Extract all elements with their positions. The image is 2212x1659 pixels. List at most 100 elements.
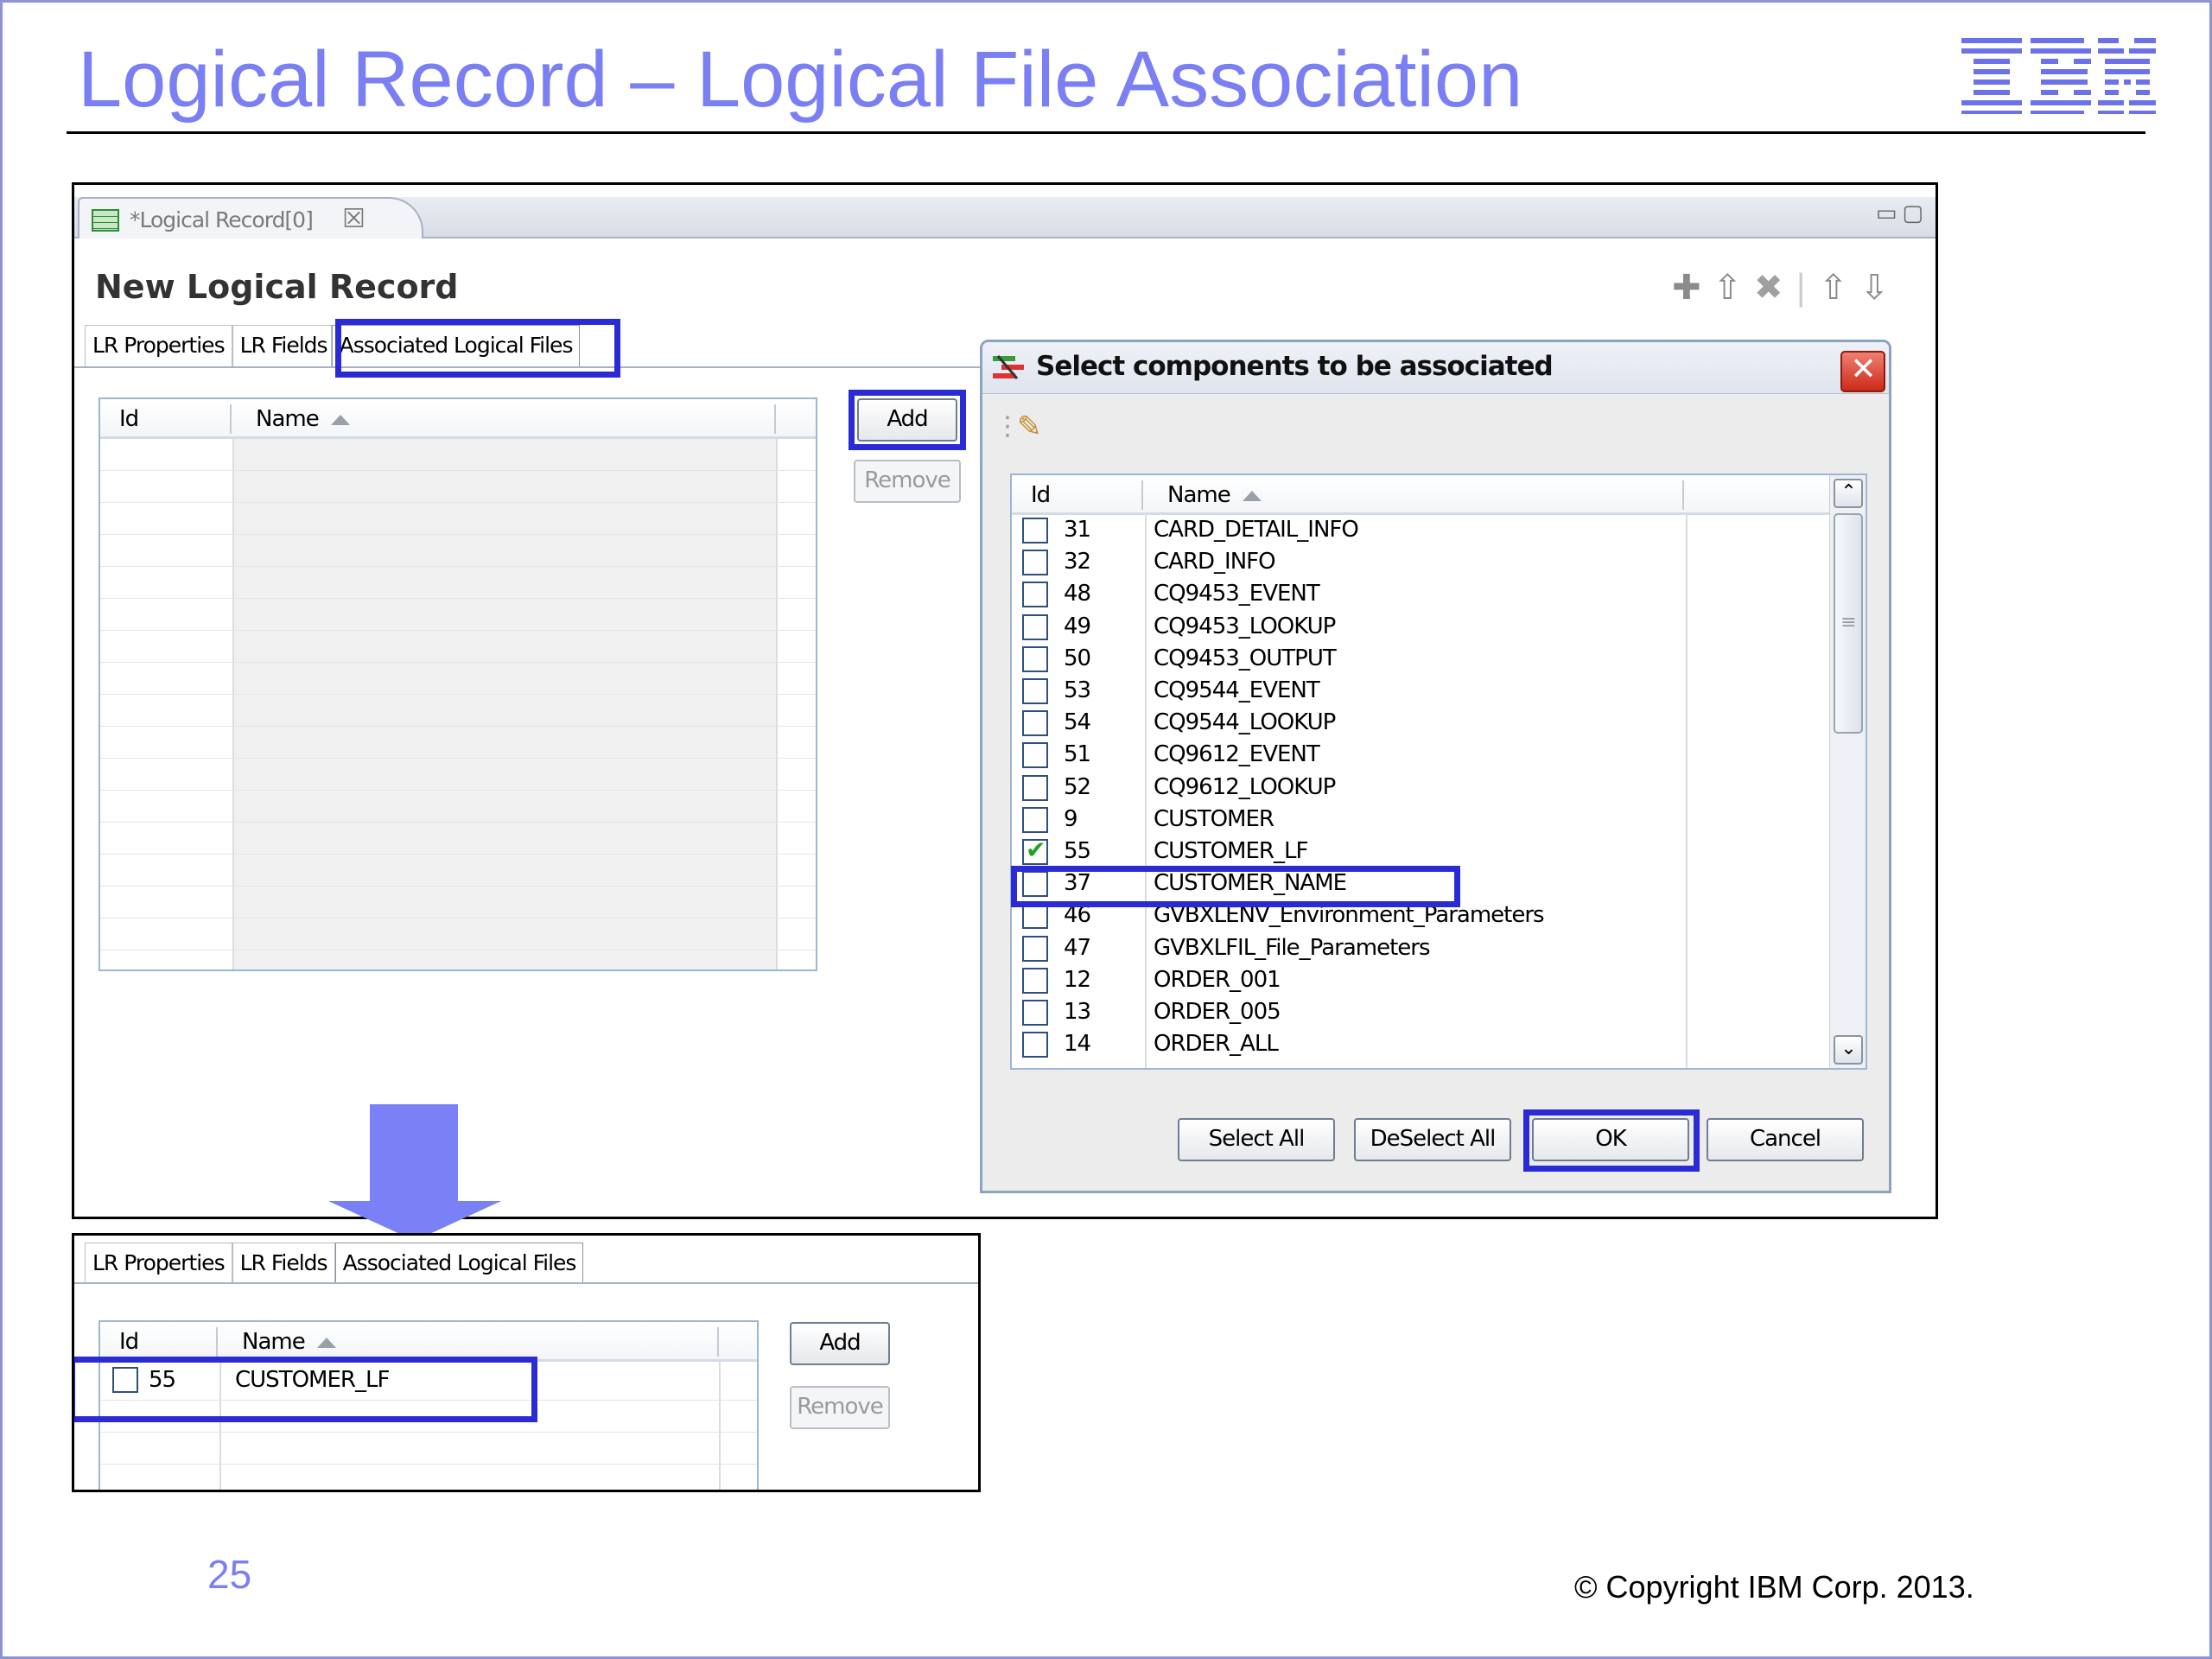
result-table[interactable]: Id Name 55 CUSTOMER_LF: [99, 1320, 759, 1490]
close-icon[interactable]: ☒: [342, 204, 365, 234]
row-name: CUSTOMER: [1154, 805, 1274, 832]
table-row[interactable]: 47 GVBXLFIL_File_Parameters: [1012, 933, 1866, 965]
row-id: 48: [1064, 581, 1091, 607]
row-checkbox[interactable]: [1022, 645, 1048, 672]
row-checkbox[interactable]: [1022, 678, 1048, 704]
row-name: ORDER_ALL: [1154, 1031, 1279, 1058]
components-table[interactable]: Id Name 31 CARD_DETAIL_INFO 32 CARD_INFO 48 C…: [1010, 474, 1867, 1070]
minimize-maximize-icons[interactable]: ▭▢: [1876, 200, 1929, 226]
down-arrow-shaft: [370, 1104, 458, 1210]
row-checkbox[interactable]: [1022, 518, 1048, 543]
row-name: CARD_INFO: [1154, 549, 1276, 575]
tab-associated-logical-files[interactable]: Associated Logical Files: [334, 1243, 584, 1284]
table-row[interactable]: 49 CQ9453_LOOKUP: [1012, 612, 1866, 644]
column-id[interactable]: Id: [119, 406, 139, 432]
row-name: ORDER_001: [1154, 966, 1281, 993]
row-id: 49: [1064, 613, 1091, 639]
filter-icon[interactable]: ✎: [1017, 410, 1041, 444]
editor-tab-label: *Logical Record[0]: [130, 207, 314, 232]
table-row[interactable]: 55 CUSTOMER_LF: [1012, 836, 1866, 868]
row-id: 31: [1064, 517, 1091, 543]
row-checkbox[interactable]: [1022, 871, 1048, 898]
table-row[interactable]: 31 CARD_DETAIL_INFO: [1012, 515, 1866, 547]
tab-lr-fields[interactable]: LR Fields: [232, 325, 332, 366]
add-button[interactable]: Add: [857, 398, 957, 442]
table-row[interactable]: 46 GVBXLENV_Environment_Parameters: [1012, 900, 1866, 932]
ibm-logo: [1961, 38, 2156, 114]
table-row[interactable]: 32 CARD_INFO: [1012, 547, 1866, 579]
select-components-dialog: Select components to be associated ✕ ⋮ ✎…: [980, 340, 1891, 1193]
row-name: CQ9544_EVENT: [1154, 677, 1320, 703]
ok-button[interactable]: OK: [1532, 1118, 1689, 1161]
column-id[interactable]: Id: [1031, 482, 1051, 508]
slide-title: Logical Record – Logical File Associatio…: [78, 35, 1523, 124]
tab-lr-properties[interactable]: LR Properties: [85, 1243, 232, 1284]
row-checkbox[interactable]: [1022, 550, 1048, 576]
move-down-icon[interactable]: ⇩: [1859, 268, 1901, 308]
move-up-icon[interactable]: ⇧: [1819, 268, 1860, 308]
sort-ascending-icon: [316, 1337, 336, 1348]
page-number: 25: [207, 1552, 252, 1597]
column-name[interactable]: Name: [256, 406, 350, 432]
vertical-scrollbar[interactable]: ⌃ ≡ ⌄: [1829, 475, 1866, 1068]
scroll-thumb[interactable]: ≡: [1834, 513, 1863, 734]
table-row[interactable]: 37 CUSTOMER_NAME: [1012, 868, 1866, 900]
table-row[interactable]: 50 CQ9453_OUTPUT: [1012, 644, 1866, 676]
editor-toolbar[interactable]: ✚⇧✖|⇧⇩: [1672, 268, 1901, 308]
table-row[interactable]: 12 ORDER_001: [1012, 965, 1866, 997]
table-row[interactable]: 48 CQ9453_EVENT: [1012, 579, 1866, 611]
remove-button[interactable]: Remove: [854, 460, 961, 503]
row-id: 9: [1064, 805, 1078, 832]
remove-button[interactable]: Remove: [790, 1386, 890, 1429]
table-row[interactable]: 14 ORDER_ALL: [1012, 1029, 1866, 1061]
scroll-up-button[interactable]: ⌃: [1834, 479, 1863, 508]
row-checkbox[interactable]: [1022, 582, 1048, 608]
row-name: CQ9453_OUTPUT: [1154, 645, 1337, 671]
row-checkbox[interactable]: [1022, 935, 1048, 962]
row-checkbox[interactable]: [1022, 836, 1048, 865]
table-row[interactable]: 53 CQ9544_EVENT: [1012, 676, 1866, 708]
row-id: 55: [1064, 838, 1091, 864]
table-row[interactable]: 51 CQ9612_EVENT: [1012, 740, 1866, 772]
table-row[interactable]: 55 CUSTOMER_LF: [100, 1362, 757, 1401]
row-id: 13: [1064, 999, 1091, 1025]
row-id: 54: [1064, 709, 1091, 736]
row-name: GVBXLFIL_File_Parameters: [1154, 934, 1430, 961]
insert-up-icon[interactable]: ⇧: [1713, 268, 1754, 308]
row-checkbox[interactable]: [1022, 806, 1048, 833]
column-name[interactable]: Name: [242, 1329, 336, 1355]
row-id: 52: [1064, 773, 1091, 800]
select-all-button[interactable]: Select All: [1178, 1118, 1335, 1161]
column-id[interactable]: Id: [119, 1329, 139, 1355]
row-checkbox[interactable]: [1022, 1032, 1048, 1058]
column-name[interactable]: Name: [1167, 482, 1262, 508]
delete-icon[interactable]: ✖: [1754, 268, 1796, 308]
tab-lr-properties[interactable]: LR Properties: [85, 325, 232, 366]
tab-associated-logical-files[interactable]: Associated Logical Files: [331, 325, 581, 366]
row-checkbox[interactable]: [1022, 967, 1048, 994]
cancel-button[interactable]: Cancel: [1707, 1118, 1864, 1161]
subtab-divider: [74, 366, 987, 368]
plus-icon[interactable]: ✚: [1672, 268, 1713, 308]
table-row[interactable]: 52 CQ9612_LOOKUP: [1012, 772, 1866, 804]
dialog-close-button[interactable]: ✕: [1840, 351, 1885, 392]
scroll-down-button[interactable]: ⌄: [1834, 1035, 1863, 1065]
table-row[interactable]: 13 ORDER_005: [1012, 997, 1866, 1029]
row-name: CUSTOMER_LF: [1154, 838, 1308, 864]
deselect-all-button[interactable]: DeSelect All: [1354, 1118, 1511, 1161]
add-button[interactable]: Add: [790, 1322, 890, 1365]
row-checkbox[interactable]: [1022, 1000, 1048, 1026]
table-row[interactable]: 9 CUSTOMER: [1012, 804, 1866, 836]
associated-files-table[interactable]: Id Name: [99, 397, 817, 971]
row-checkbox[interactable]: [112, 1367, 138, 1393]
row-checkbox[interactable]: [1022, 903, 1048, 930]
row-checkbox[interactable]: [1022, 613, 1048, 640]
row-checkbox[interactable]: [1022, 774, 1048, 801]
row-name: CUSTOMER_NAME: [1154, 870, 1347, 897]
row-id: 37: [1064, 870, 1091, 897]
editor-tab[interactable]: *Logical Record[0] ☒: [78, 197, 423, 238]
table-row[interactable]: 54 CQ9544_LOOKUP: [1012, 708, 1866, 740]
tab-lr-fields[interactable]: LR Fields: [232, 1243, 335, 1284]
row-checkbox[interactable]: [1022, 710, 1048, 737]
row-checkbox[interactable]: [1022, 742, 1048, 769]
